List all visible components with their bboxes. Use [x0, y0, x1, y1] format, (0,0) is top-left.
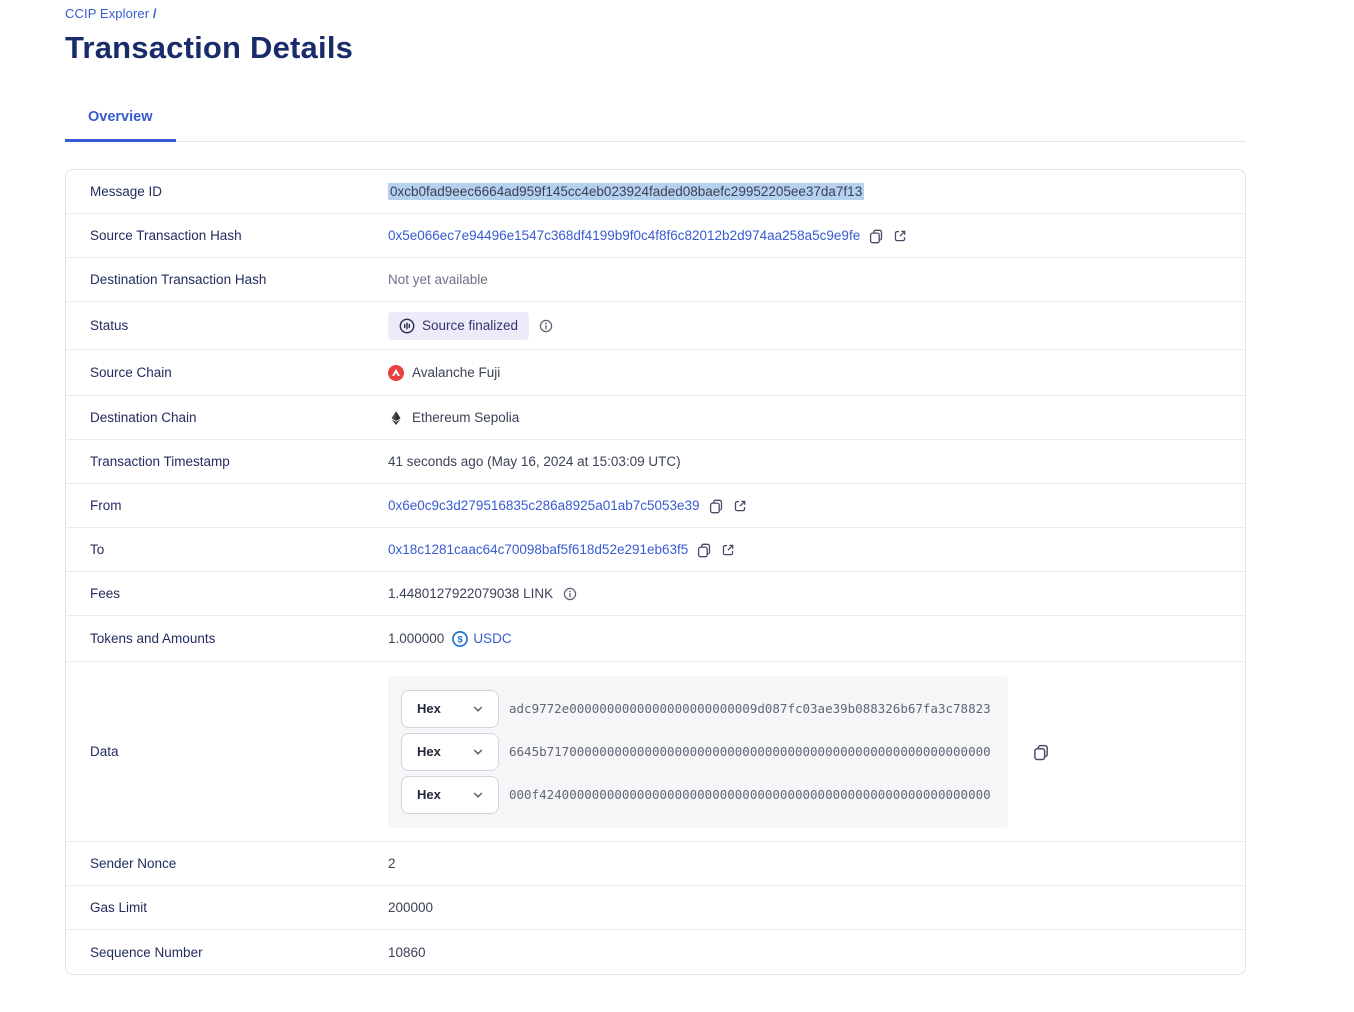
fees-label: Fees	[66, 586, 388, 601]
to-address-link[interactable]: 0x18c1281caac64c70098baf5f618d52e291eb63…	[388, 542, 688, 557]
timestamp-value: 41 seconds ago (May 16, 2024 at 15:03:09…	[388, 454, 681, 469]
gas-limit-value: 200000	[388, 900, 433, 915]
data-line: Hex adc9772e0000000000000000000000009d08…	[401, 690, 994, 728]
token-symbol-link[interactable]: USDC	[473, 631, 511, 646]
data-hex-box: Hex adc9772e0000000000000000000000009d08…	[388, 676, 1008, 828]
tab-bar: Overview	[65, 99, 1246, 142]
data-line: Hex 6645b7170000000000000000000000000000…	[401, 733, 994, 771]
page-title: Transaction Details	[65, 30, 1354, 66]
chevron-down-icon	[471, 702, 485, 716]
timestamp-label: Transaction Timestamp	[66, 454, 388, 469]
status-label: Status	[66, 318, 388, 333]
ethereum-logo-icon	[388, 410, 404, 426]
row-destination-transaction-hash: Destination Transaction Hash Not yet ava…	[66, 258, 1245, 302]
row-data: Data Hex adc9772e00000000000000000000000…	[66, 662, 1245, 842]
row-gas-limit: Gas Limit 200000	[66, 886, 1245, 930]
hex-format-select[interactable]: Hex	[401, 733, 499, 771]
hex-select-value: Hex	[417, 744, 441, 759]
token-amount: 1.000000	[388, 631, 444, 646]
row-destination-chain: Destination Chain Ethereum Sepolia	[66, 396, 1245, 440]
chevron-down-icon	[471, 788, 485, 802]
message-id-value: 0xcb0fad9eec6664ad959f145cc4eb023924fade…	[388, 183, 864, 200]
sender-nonce-label: Sender Nonce	[66, 856, 388, 871]
status-badge-text: Source finalized	[422, 318, 518, 333]
tab-overview[interactable]: Overview	[65, 99, 176, 142]
dest-tx-hash-label: Destination Transaction Hash	[66, 272, 388, 287]
source-chain-value: Avalanche Fuji	[412, 365, 500, 380]
row-transaction-timestamp: Transaction Timestamp 41 seconds ago (Ma…	[66, 440, 1245, 484]
usdc-logo-icon	[452, 631, 468, 647]
transaction-details-page: CCIP Explorer / Transaction Details Over…	[0, 0, 1354, 975]
chevron-down-icon	[471, 745, 485, 759]
to-label: To	[66, 542, 388, 557]
sequence-number-value: 10860	[388, 945, 426, 960]
copy-icon[interactable]	[868, 228, 884, 244]
data-label: Data	[66, 744, 388, 759]
data-hex-line: 000f424000000000000000000000000000000000…	[509, 787, 991, 802]
external-link-icon[interactable]	[732, 498, 748, 514]
tokens-label: Tokens and Amounts	[66, 631, 388, 646]
breadcrumb-separator: /	[153, 6, 157, 21]
source-tx-hash-link[interactable]: 0x5e066ec7e94496e1547c368df4199b9f0c4f8f…	[388, 228, 860, 243]
fees-info-icon[interactable]	[563, 587, 577, 601]
external-link-icon[interactable]	[892, 228, 908, 244]
row-to: To 0x18c1281caac64c70098baf5f618d52e291e…	[66, 528, 1245, 572]
from-address-link[interactable]: 0x6e0c9c3d279516835c286a8925a01ab7c5053e…	[388, 498, 700, 513]
data-hex-line: 6645b71700000000000000000000000000000000…	[509, 744, 991, 759]
row-sender-nonce: Sender Nonce 2	[66, 842, 1245, 886]
source-chain-label: Source Chain	[66, 365, 388, 380]
avalanche-logo-icon	[388, 365, 404, 381]
row-message-id: Message ID 0xcb0fad9eec6664ad959f145cc4e…	[66, 170, 1245, 214]
row-fees: Fees 1.4480127922079038 LINK	[66, 572, 1245, 616]
row-source-transaction-hash: Source Transaction Hash 0x5e066ec7e94496…	[66, 214, 1245, 258]
status-badge: Source finalized	[388, 312, 529, 340]
hex-format-select[interactable]: Hex	[401, 690, 499, 728]
dest-tx-hash-value: Not yet available	[388, 272, 488, 287]
sequence-number-label: Sequence Number	[66, 945, 388, 960]
copy-icon[interactable]	[696, 542, 712, 558]
sender-nonce-value: 2	[388, 856, 396, 871]
status-info-icon[interactable]	[539, 319, 553, 333]
transaction-details-card: Message ID 0xcb0fad9eec6664ad959f145cc4e…	[65, 169, 1246, 975]
from-label: From	[66, 498, 388, 513]
data-line: Hex 000f42400000000000000000000000000000…	[401, 776, 994, 814]
row-source-chain: Source Chain Avalanche Fuji	[66, 350, 1245, 396]
hex-select-value: Hex	[417, 701, 441, 716]
breadcrumb-ccip-explorer-link[interactable]: CCIP Explorer	[65, 6, 149, 21]
finality-bars-icon	[399, 318, 415, 334]
breadcrumb: CCIP Explorer /	[65, 6, 1354, 21]
dest-chain-value: Ethereum Sepolia	[412, 410, 519, 425]
dest-chain-label: Destination Chain	[66, 410, 388, 425]
gas-limit-label: Gas Limit	[66, 900, 388, 915]
source-tx-hash-label: Source Transaction Hash	[66, 228, 388, 243]
row-status: Status Source finalized	[66, 302, 1245, 350]
row-from: From 0x6e0c9c3d279516835c286a8925a01ab7c…	[66, 484, 1245, 528]
copy-icon[interactable]	[708, 498, 724, 514]
fees-value: 1.4480127922079038 LINK	[388, 586, 553, 601]
copy-icon[interactable]	[1032, 743, 1050, 761]
hex-select-value: Hex	[417, 787, 441, 802]
external-link-icon[interactable]	[720, 542, 736, 558]
row-tokens-and-amounts: Tokens and Amounts 1.000000 USDC	[66, 616, 1245, 662]
message-id-label: Message ID	[66, 184, 388, 199]
data-hex-line: adc9772e0000000000000000000000009d087fc0…	[509, 701, 991, 716]
row-sequence-number: Sequence Number 10860	[66, 930, 1245, 974]
hex-format-select[interactable]: Hex	[401, 776, 499, 814]
